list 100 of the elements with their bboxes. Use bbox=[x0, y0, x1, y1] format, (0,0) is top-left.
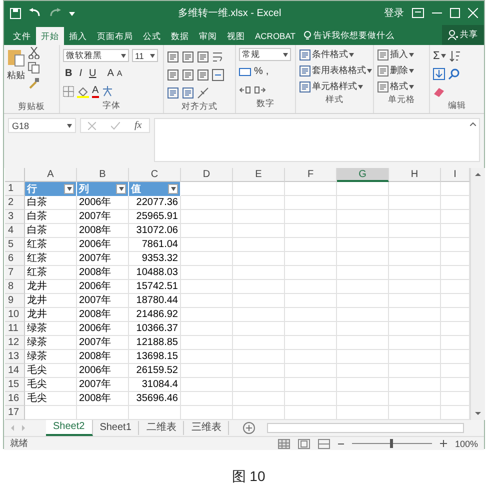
row-header[interactable]: 15 bbox=[5, 378, 25, 392]
autosum-button[interactable]: Σ bbox=[433, 50, 446, 62]
filter-button[interactable] bbox=[116, 184, 126, 194]
row-header[interactable]: 11 bbox=[5, 322, 25, 336]
ribbon-tab[interactable]: 数据 bbox=[166, 27, 194, 45]
row-header[interactable]: 2 bbox=[5, 196, 25, 210]
wrap-text-icon[interactable] bbox=[212, 50, 224, 62]
column-header[interactable]: I bbox=[441, 168, 470, 182]
column-header[interactable]: E bbox=[233, 168, 285, 182]
maximize-icon[interactable] bbox=[450, 8, 460, 18]
column-header[interactable]: F bbox=[285, 168, 337, 182]
grow-font-button[interactable]: A bbox=[107, 68, 114, 79]
caret-icon[interactable] bbox=[283, 52, 288, 56]
paste-button[interactable]: 粘贴 bbox=[7, 47, 25, 100]
page-layout-icon[interactable] bbox=[298, 438, 310, 448]
zoom-out-icon[interactable] bbox=[338, 440, 344, 446]
close-icon[interactable] bbox=[468, 8, 478, 18]
ribbon-tab[interactable]: 插入 bbox=[64, 27, 92, 45]
collapse-icon[interactable] bbox=[470, 122, 476, 126]
zoom-in-icon[interactable] bbox=[440, 440, 447, 447]
insert-function-button[interactable]: fx bbox=[134, 120, 142, 131]
sort-icon[interactable] bbox=[448, 50, 461, 62]
ribbon-tab[interactable]: ACROBAT bbox=[250, 27, 300, 45]
styles-menu-button[interactable]: 单元格样式 bbox=[299, 80, 370, 93]
caret-icon[interactable] bbox=[409, 84, 414, 88]
column-header[interactable]: G bbox=[337, 168, 389, 182]
column-header[interactable]: A bbox=[25, 168, 77, 182]
cells-menu-button[interactable]: 插入 bbox=[377, 48, 426, 61]
table-style-icon[interactable] bbox=[299, 80, 311, 92]
ribbon-tab[interactable]: 开始 bbox=[36, 27, 64, 45]
column-header[interactable]: C bbox=[129, 168, 181, 182]
row-header[interactable]: 3 bbox=[5, 210, 25, 224]
name-box[interactable]: G18 bbox=[8, 118, 76, 133]
caret-icon[interactable] bbox=[150, 54, 155, 58]
ribbon-tab[interactable]: 视图 bbox=[222, 27, 250, 45]
font-color-button[interactable]: A bbox=[92, 86, 99, 98]
row-header[interactable]: 7 bbox=[5, 266, 25, 280]
fill-color-icon[interactable] bbox=[77, 86, 89, 98]
cells-icon[interactable] bbox=[377, 80, 389, 92]
table-style-icon[interactable] bbox=[299, 48, 311, 60]
cells-icon[interactable] bbox=[377, 48, 389, 60]
ribbon-tab[interactable]: 文件 bbox=[8, 27, 36, 45]
sheet-tab[interactable]: Sheet1 bbox=[92, 421, 140, 435]
clipboard-icon[interactable] bbox=[7, 47, 25, 67]
person-icon[interactable] bbox=[448, 30, 458, 40]
comma-button[interactable]: , bbox=[266, 66, 269, 77]
row-header[interactable]: 10 bbox=[5, 308, 25, 322]
fill-down-icon[interactable] bbox=[433, 68, 445, 80]
ribbon-tab[interactable]: 页面布局 bbox=[92, 27, 138, 45]
horizontal-scrollbar[interactable] bbox=[267, 423, 464, 433]
caret-icon[interactable] bbox=[170, 187, 176, 191]
redo-icon[interactable] bbox=[49, 8, 61, 18]
filter-button[interactable] bbox=[64, 184, 74, 194]
caret-icon[interactable] bbox=[358, 84, 363, 88]
row-header[interactable]: 13 bbox=[5, 350, 25, 364]
column-header[interactable]: H bbox=[389, 168, 441, 182]
ribbon-tab[interactable]: 公式 bbox=[138, 27, 166, 45]
row-header[interactable]: 12 bbox=[5, 336, 25, 350]
share-button[interactable]: 共享 bbox=[442, 25, 484, 45]
sheet-tab[interactable]: Sheet2 bbox=[46, 420, 93, 436]
styles-menu-button[interactable]: 条件格式 bbox=[299, 48, 370, 61]
ribbon-tab[interactable]: 审阅 bbox=[194, 27, 222, 45]
page-break-icon[interactable] bbox=[318, 438, 330, 448]
align-icon[interactable] bbox=[197, 50, 209, 62]
row-header[interactable]: 1 bbox=[5, 182, 25, 196]
cells-menu-button[interactable]: 格式 bbox=[377, 80, 426, 93]
sheet-tab[interactable]: 二维表 bbox=[139, 421, 184, 435]
caret-icon[interactable] bbox=[118, 187, 124, 191]
brush-icon[interactable] bbox=[28, 77, 40, 89]
font-name-field[interactable]: 微软雅黑 bbox=[63, 49, 129, 62]
row-header[interactable]: 4 bbox=[5, 224, 25, 238]
customize-icon[interactable] bbox=[69, 10, 75, 16]
tell-me-field[interactable]: 告诉我你想要做什么 bbox=[300, 27, 398, 45]
row-header[interactable]: 14 bbox=[5, 364, 25, 378]
cut-icon[interactable] bbox=[28, 47, 40, 59]
caret-icon[interactable] bbox=[121, 54, 126, 58]
lightbulb-icon[interactable] bbox=[304, 31, 312, 41]
table-style-icon[interactable] bbox=[299, 64, 311, 76]
currency-icon[interactable] bbox=[239, 66, 251, 76]
sheet-tab[interactable]: 三维表 bbox=[184, 421, 230, 435]
search-icon[interactable] bbox=[448, 68, 460, 80]
filter-button[interactable] bbox=[168, 184, 178, 194]
row-header[interactable]: 17 bbox=[5, 406, 25, 420]
formula-field[interactable] bbox=[154, 118, 480, 162]
align-icon[interactable] bbox=[197, 68, 209, 80]
merge-icon[interactable] bbox=[212, 68, 224, 80]
orientation-icon[interactable] bbox=[197, 86, 209, 98]
copy-icon[interactable] bbox=[28, 62, 40, 74]
eraser-icon[interactable] bbox=[433, 86, 445, 96]
caret-icon[interactable] bbox=[67, 124, 72, 128]
column-header[interactable]: B bbox=[77, 168, 129, 182]
caret-icon[interactable] bbox=[367, 68, 372, 72]
sign-in-link[interactable]: 登录 bbox=[384, 6, 404, 20]
align-icon[interactable] bbox=[182, 68, 194, 80]
save-icon[interactable] bbox=[10, 8, 21, 18]
border-icon[interactable] bbox=[63, 86, 74, 97]
indent-icon[interactable] bbox=[182, 86, 194, 98]
cells-menu-button[interactable]: 删除 bbox=[377, 64, 426, 77]
zoom-slider-thumb[interactable] bbox=[390, 439, 394, 448]
decrease-decimal-icon[interactable] bbox=[254, 84, 266, 94]
